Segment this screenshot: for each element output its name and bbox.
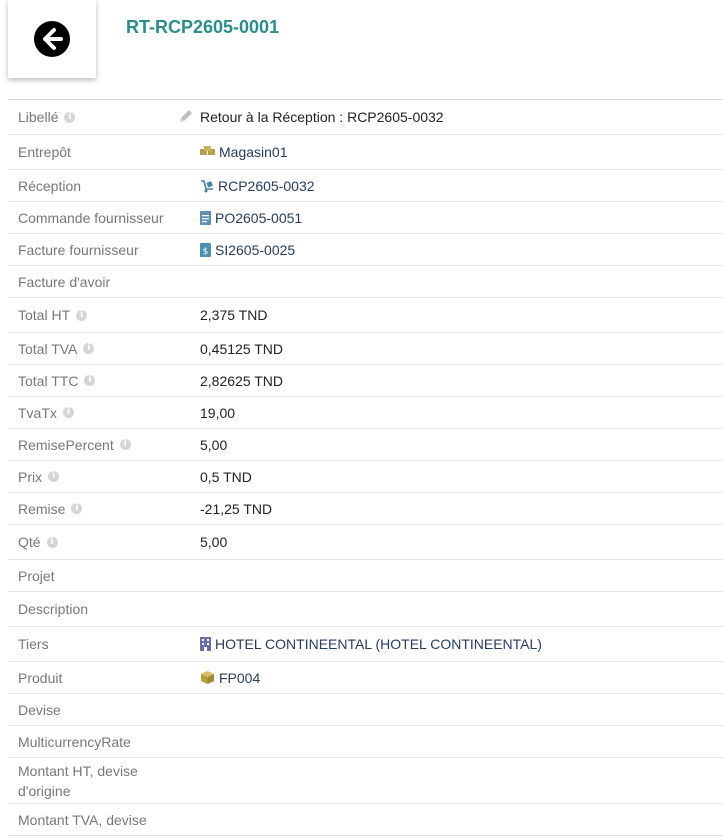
field-row-tvatx: TvaTx i 19,00: [8, 397, 723, 429]
field-row-avoir: Facture d'avoir: [8, 266, 723, 298]
product-link[interactable]: FP004: [219, 670, 260, 686]
field-label: Qté: [18, 534, 41, 550]
field-label: Facture fournisseur: [18, 241, 139, 258]
field-row-entrepot: Entrepôt Magasin01: [8, 135, 723, 170]
field-row-montant-tva-devise: Montant TVA, devise: [8, 804, 723, 836]
field-label: Libellé: [18, 109, 59, 125]
field-row-multicurrency-rate: MulticurrencyRate: [8, 726, 723, 758]
info-icon: i: [119, 439, 131, 450]
field-row-qte: Qté i 5,00: [8, 525, 723, 560]
field-row-tiers: Tiers HOTEL CONTINEENTAL (HOTEL CONTINEE…: [8, 627, 723, 662]
svg-text:$: $: [203, 247, 209, 257]
field-label: Produit: [18, 669, 63, 686]
field-label: Facture d'avoir: [18, 273, 111, 290]
field-row-reception: Réception RCP2605-0032: [8, 170, 723, 202]
info-icon: i: [71, 503, 83, 514]
field-label: Total TVA: [18, 340, 78, 357]
arrow-left-icon: [34, 21, 70, 57]
field-label: Total HT: [18, 307, 71, 323]
field-value: 0,5 TND: [200, 468, 252, 485]
field-label: TvaTx: [18, 404, 57, 421]
invoice-icon: $: [200, 242, 211, 257]
field-row-total-tva: Total TVA i 0,45125 TND: [8, 333, 723, 365]
field-row-facture: Facture fournisseur $ SI2605-0025: [8, 234, 723, 266]
field-label: Commande fournisseur: [18, 209, 164, 226]
field-value: Retour à la Réception : RCP2605-0032: [200, 109, 444, 125]
field-list: Libellé i Retour à la Réception : RCP260…: [8, 99, 723, 836]
back-button[interactable]: [8, 0, 96, 78]
warehouse-boxes-icon: [200, 146, 215, 155]
field-value: 19,00: [200, 404, 236, 421]
field-label: Tiers: [18, 636, 49, 652]
info-icon: i: [64, 111, 76, 123]
field-row-remise: Remise i -21,25 TND: [8, 493, 723, 525]
reception-link[interactable]: RCP2605-0032: [218, 178, 315, 194]
field-label: MulticurrencyRate: [18, 733, 131, 750]
field-row-devise: Devise: [8, 694, 723, 726]
info-icon: i: [46, 536, 58, 548]
field-value: 0,45125 TND: [200, 340, 284, 357]
field-label: Entrepôt: [18, 144, 71, 160]
field-label: Remise: [18, 500, 66, 517]
field-row-total-ht: Total HT i 2,375 TND: [8, 298, 723, 333]
field-value: 2,375 TND: [200, 307, 268, 323]
supplier-invoice-link[interactable]: SI2605-0025: [215, 242, 295, 258]
field-row-remise-percent: RemisePercent i 5,00: [8, 429, 723, 461]
field-label: Total TTC: [18, 372, 79, 389]
field-row-produit: Produit FP004: [8, 662, 723, 694]
info-icon: i: [76, 309, 88, 321]
field-value: 5,00: [200, 436, 228, 453]
field-label: RemisePercent: [18, 436, 114, 453]
field-label: Montant HT, devise d'origine: [18, 762, 138, 799]
field-label: Prix: [18, 468, 43, 485]
purchase-order-link[interactable]: PO2605-0051: [215, 210, 302, 226]
field-row-montant-ht-devise: Montant HT, devise d'origine: [8, 758, 723, 804]
field-value: -21,25 TND: [200, 500, 273, 517]
info-icon: i: [83, 343, 95, 354]
field-row-description: Description: [8, 592, 723, 627]
field-value: 2,82625 TND: [200, 372, 284, 389]
field-row-commande: Commande fournisseur PO2605-0051: [8, 202, 723, 234]
page-title: RT-RCP2605-0001: [126, 17, 280, 37]
document-icon: [200, 210, 211, 225]
thirdparty-link[interactable]: HOTEL CONTINEENTAL (HOTEL CONTINEENTAL): [215, 636, 542, 652]
product-cube-icon: [201, 671, 214, 684]
info-icon: i: [84, 375, 96, 386]
field-row-projet: Projet: [8, 560, 723, 592]
info-icon: i: [48, 471, 60, 482]
field-value: 5,00: [200, 534, 228, 550]
pencil-edit-icon[interactable]: [178, 108, 194, 124]
field-row-total-ttc: Total TTC i 2,82625 TND: [8, 365, 723, 397]
field-label: Devise: [18, 701, 61, 718]
info-icon: i: [62, 407, 74, 418]
warehouse-link[interactable]: Magasin01: [219, 144, 288, 160]
field-row-libelle: Libellé i Retour à la Réception : RCP260…: [8, 100, 723, 135]
field-label: Réception: [18, 177, 82, 194]
field-row-prix: Prix i 0,5 TND: [8, 461, 723, 493]
building-icon: [200, 637, 211, 651]
field-label: Projet: [18, 567, 55, 584]
field-label: Description: [18, 601, 89, 617]
dolly-icon: [201, 179, 213, 192]
